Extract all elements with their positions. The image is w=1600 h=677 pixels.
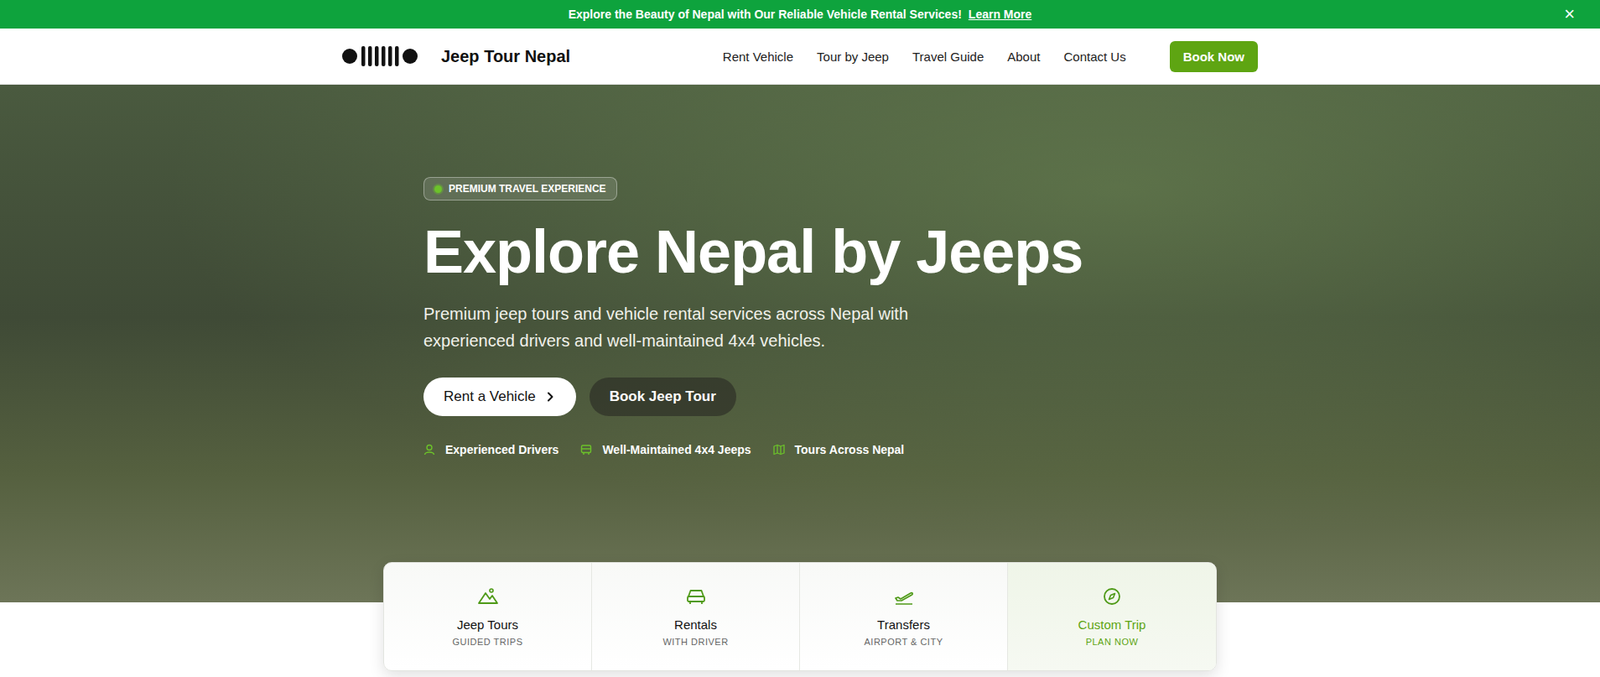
service-card[interactable]: Jeep Tours GUIDED TRIPS bbox=[384, 562, 593, 671]
learn-more-link[interactable]: Learn More bbox=[968, 7, 1032, 21]
nav-link[interactable]: Tour by Jeep bbox=[816, 49, 889, 64]
nav-link[interactable]: Travel Guide bbox=[912, 49, 984, 64]
brand[interactable]: Jeep Tour Nepal bbox=[342, 44, 571, 68]
service-subtitle: PLAN NOW bbox=[1085, 636, 1139, 647]
service-subtitle: GUIDED TRIPS bbox=[451, 636, 523, 647]
compass-icon bbox=[1101, 587, 1123, 606]
brand-name: Jeep Tour Nepal bbox=[441, 46, 571, 67]
feature-item: Tours Across Nepal bbox=[773, 442, 905, 457]
nav-links: Rent Vehicle Tour by Jeep Travel Guide Abou… bbox=[722, 41, 1258, 73]
service-card[interactable]: Rentals WITH DRIVER bbox=[592, 562, 800, 671]
nav-link[interactable]: About bbox=[1007, 49, 1040, 64]
service-card[interactable]: Custom Trip PLAN NOW bbox=[1007, 562, 1216, 671]
hero: PREMIUM TRAVEL EXPERIENCE Explore Nepal … bbox=[0, 84, 1600, 603]
page: Explore the Beauty of Nepal with Our Rel… bbox=[0, 0, 1600, 677]
user-icon bbox=[423, 443, 436, 456]
service-title: Rentals bbox=[674, 617, 717, 632]
book-now-button[interactable]: Book Now bbox=[1169, 41, 1258, 73]
service-subtitle: WITH DRIVER bbox=[662, 636, 728, 647]
book-tour-button[interactable]: Book Jeep Tour bbox=[589, 377, 737, 416]
service-title: Custom Trip bbox=[1078, 617, 1147, 632]
rent-vehicle-button[interactable]: Rent a Vehicle bbox=[423, 377, 577, 416]
map-icon bbox=[773, 443, 785, 456]
feature-item: Experienced Drivers bbox=[423, 442, 559, 457]
chevron-right-icon bbox=[544, 390, 556, 403]
service-subtitle: AIRPORT & CITY bbox=[863, 636, 943, 647]
hero-buttons: Rent a Vehicle Book Jeep Tour bbox=[423, 377, 1177, 416]
services-strip: Jeep Tours GUIDED TRIPS Rentals WITH DRI… bbox=[383, 561, 1217, 671]
plane-takeoff-icon bbox=[893, 587, 915, 606]
hero-badge: PREMIUM TRAVEL EXPERIENCE bbox=[423, 176, 618, 201]
hero-subtitle: Premium jeep tours and vehicle rental se… bbox=[423, 300, 927, 354]
nav-link[interactable]: Rent Vehicle bbox=[722, 49, 794, 64]
navbar: Jeep Tour Nepal Rent Vehicle Tour by Jeep… bbox=[0, 28, 1600, 85]
service-title: Jeep Tours bbox=[457, 617, 519, 632]
car-icon bbox=[685, 587, 707, 606]
service-card[interactable]: Transfers AIRPORT & CITY bbox=[800, 562, 1008, 671]
service-title: Transfers bbox=[877, 617, 930, 632]
nav-link[interactable]: Contact Us bbox=[1063, 49, 1126, 64]
hero-title: Explore Nepal by Jeeps bbox=[423, 218, 1177, 286]
mountain-icon bbox=[477, 587, 499, 606]
hero-features: Experienced Drivers Well-Maintained 4x4 … bbox=[423, 442, 1177, 457]
badge-dot bbox=[434, 185, 442, 193]
bus-icon bbox=[580, 443, 593, 456]
banner-text: Explore the Beauty of Nepal with Our Rel… bbox=[568, 7, 962, 21]
announcement-banner: Explore the Beauty of Nepal with Our Rel… bbox=[0, 0, 1600, 29]
close-banner-button[interactable]: × bbox=[1560, 5, 1579, 24]
jeep-grille-icon bbox=[342, 44, 418, 68]
feature-item: Well-Maintained 4x4 Jeeps bbox=[580, 442, 751, 457]
